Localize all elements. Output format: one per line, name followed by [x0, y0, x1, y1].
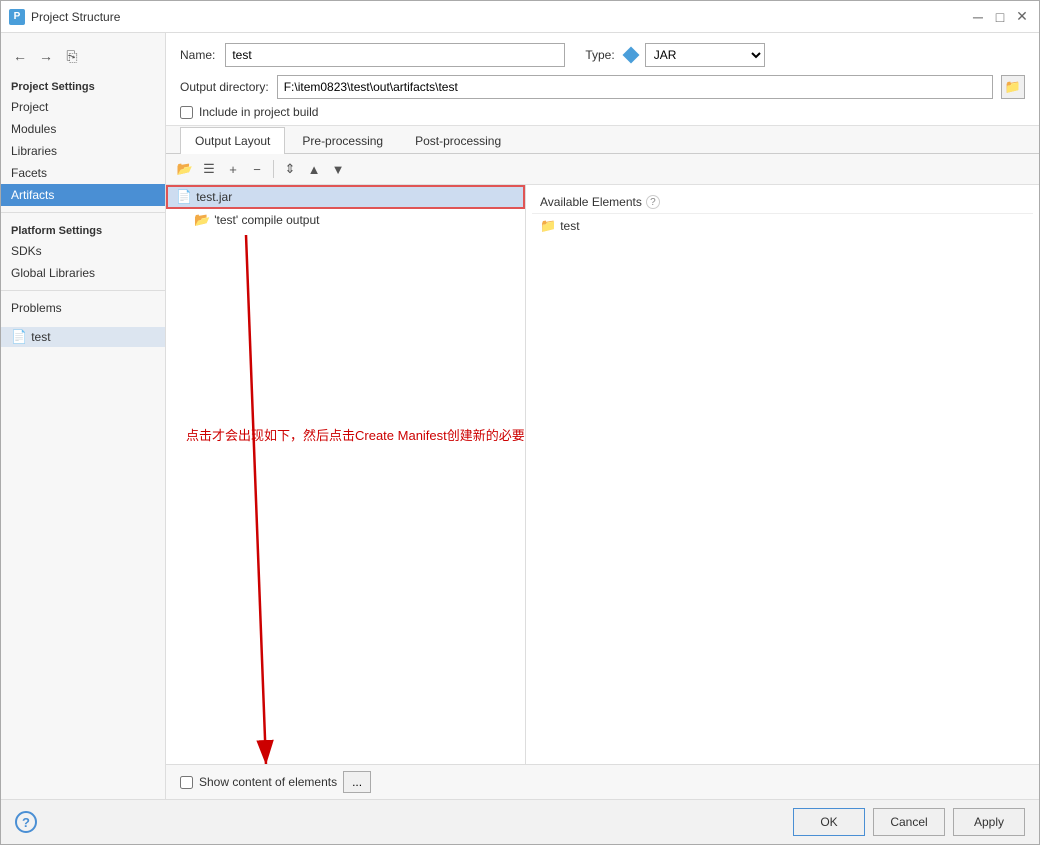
layout-content: 📂 ☰ + − ⇕ ▲ ▼ 📄: [166, 154, 1039, 764]
nav-toolbar: ← → ⎘: [1, 41, 165, 71]
title-controls: ─ □ ✕: [969, 8, 1031, 26]
main-content: ← → ⎘ Project Settings Project Modules L…: [1, 33, 1039, 799]
title-bar-left: P Project Structure: [9, 9, 120, 25]
move-up-button[interactable]: ▲: [303, 158, 325, 180]
tree-item-test-jar[interactable]: 📄 test.jar: [166, 185, 525, 209]
jar-file-icon: 📄: [176, 189, 192, 205]
show-content-checkbox[interactable]: [180, 776, 193, 789]
add-copy-button[interactable]: ☰: [198, 158, 220, 180]
name-input[interactable]: [225, 43, 565, 67]
include-row: Include in project build: [180, 105, 1025, 119]
available-header-text: Available Elements: [540, 195, 642, 209]
platform-settings-label: Platform Settings: [1, 219, 165, 240]
project-settings-label: Project Settings: [1, 75, 165, 96]
help-button[interactable]: ?: [15, 811, 37, 833]
output-dir-browse-button[interactable]: 📁: [1001, 75, 1025, 99]
include-checkbox[interactable]: [180, 106, 193, 119]
sidebar-item-problems[interactable]: Problems: [1, 297, 165, 319]
tree-item-label: test.jar: [196, 190, 232, 204]
back-button[interactable]: ←: [9, 45, 31, 67]
artifact-jar-icon: 📄: [11, 329, 27, 345]
sidebar-item-sdks[interactable]: SDKs: [1, 240, 165, 262]
footer-buttons: OK Cancel Apply: [793, 808, 1025, 836]
sidebar: ← → ⎘ Project Settings Project Modules L…: [1, 33, 166, 799]
layout-toolbar: 📂 ☰ + − ⇕ ▲ ▼: [166, 154, 1039, 185]
bottom-bar: Show content of elements ...: [166, 764, 1039, 799]
minimize-button[interactable]: ─: [969, 8, 987, 26]
type-select-wrapper: JAR: [625, 43, 765, 67]
tree-item-compile-output[interactable]: 📂 'test' compile output: [166, 209, 525, 231]
footer: ? OK Cancel Apply: [1, 799, 1039, 844]
artifact-header: Name: Type: JAR Output directory: 📁: [166, 33, 1039, 126]
chinese-annotation: 点击才会出现如下，然后点击Create Manifest创建新的必要文件: [186, 425, 526, 444]
name-row: Name: Type: JAR: [180, 43, 1025, 67]
module-icon: 📁: [540, 218, 556, 234]
ok-button[interactable]: OK: [793, 808, 865, 836]
left-tree: 📄 test.jar 📂 'test' compile output 点击才会出…: [166, 185, 526, 764]
sidebar-divider: [1, 212, 165, 213]
ellipsis-button[interactable]: ...: [343, 771, 371, 793]
sidebar-item-global-libraries[interactable]: Global Libraries: [1, 262, 165, 284]
available-item-label: test: [560, 219, 579, 233]
toolbar-separator: [273, 160, 274, 178]
copy-button[interactable]: ⎘: [61, 45, 83, 67]
apply-button[interactable]: Apply: [953, 808, 1025, 836]
sidebar-divider-2: [1, 290, 165, 291]
title-bar: P Project Structure ─ □ ✕: [1, 1, 1039, 33]
app-icon: P: [9, 9, 25, 25]
split-panel: 📄 test.jar 📂 'test' compile output 点击才会出…: [166, 185, 1039, 764]
sidebar-item-project[interactable]: Project: [1, 96, 165, 118]
output-dir-row: Output directory: 📁: [180, 75, 1025, 99]
sidebar-item-facets[interactable]: Facets: [1, 162, 165, 184]
available-item-test[interactable]: 📁 test: [532, 214, 1033, 238]
artifact-name: test: [31, 330, 50, 344]
window-title: Project Structure: [31, 10, 120, 24]
annotation-arrow: [166, 205, 526, 764]
include-label: Include in project build: [199, 105, 318, 119]
tab-post-processing[interactable]: Post-processing: [400, 127, 516, 154]
tabs-bar: Output Layout Pre-processing Post-proces…: [166, 126, 1039, 154]
help-available-icon[interactable]: ?: [646, 195, 660, 209]
tab-output-layout[interactable]: Output Layout: [180, 127, 285, 154]
create-dir-button[interactable]: 📂: [174, 158, 196, 180]
sidebar-item-libraries[interactable]: Libraries: [1, 140, 165, 162]
artifact-list-item[interactable]: 📄 test: [1, 327, 165, 347]
tree-item-label: 'test' compile output: [214, 213, 319, 227]
maximize-button[interactable]: □: [991, 8, 1009, 26]
type-label: Type:: [585, 48, 614, 62]
name-label: Name:: [180, 48, 215, 62]
cancel-button[interactable]: Cancel: [873, 808, 945, 836]
available-header: Available Elements ?: [532, 191, 1033, 214]
sidebar-item-artifacts[interactable]: Artifacts: [1, 184, 165, 206]
project-structure-window: P Project Structure ─ □ ✕ ← → ⎘ Project …: [0, 0, 1040, 845]
remove-button[interactable]: −: [246, 158, 268, 180]
right-available: Available Elements ? 📁 test: [526, 185, 1039, 764]
output-dir-label: Output directory:: [180, 80, 269, 94]
sidebar-item-modules[interactable]: Modules: [1, 118, 165, 140]
forward-button[interactable]: →: [35, 45, 57, 67]
jar-diamond-icon: [622, 47, 639, 64]
tab-pre-processing[interactable]: Pre-processing: [287, 127, 398, 154]
right-panel: Name: Type: JAR Output directory: 📁: [166, 33, 1039, 799]
show-content-label: Show content of elements: [199, 775, 337, 789]
move-down-button[interactable]: ▼: [327, 158, 349, 180]
compile-output-icon: 📂: [194, 212, 210, 228]
output-dir-input[interactable]: [277, 75, 993, 99]
sort-button[interactable]: ⇕: [279, 158, 301, 180]
add-button[interactable]: +: [222, 158, 244, 180]
close-button[interactable]: ✕: [1013, 8, 1031, 26]
type-select[interactable]: JAR: [645, 43, 765, 67]
